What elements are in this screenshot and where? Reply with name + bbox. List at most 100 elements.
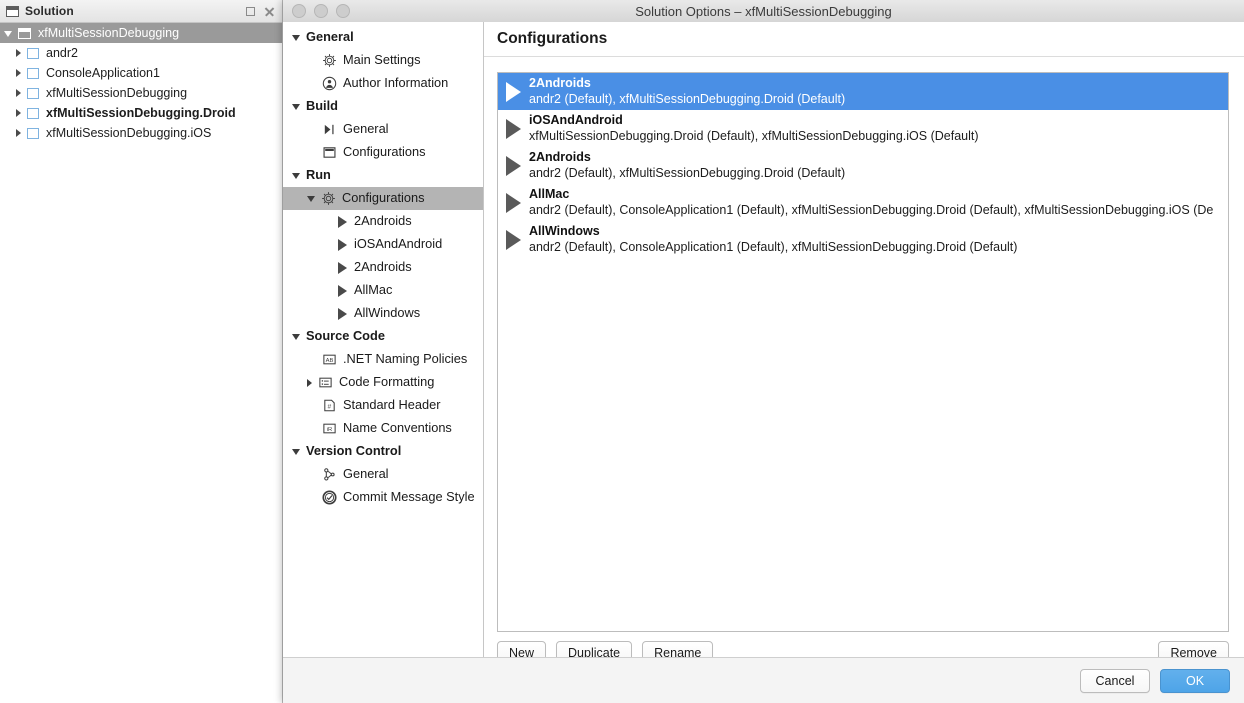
page-title: Configurations bbox=[497, 30, 607, 48]
sidebar-item-net-naming-policies[interactable]: AB.NET Naming Policies bbox=[283, 348, 483, 371]
configuration-row[interactable]: 2Androidsandr2 (Default), xfMultiSession… bbox=[498, 147, 1228, 184]
sidebar-item-build[interactable]: Build bbox=[283, 95, 483, 118]
chevron-down-icon[interactable] bbox=[292, 35, 300, 41]
chevron-down-icon[interactable] bbox=[292, 173, 300, 179]
configuration-name: AllMac bbox=[529, 187, 1213, 202]
dialog-main-panel: Configurations 2Androidsandr2 (Default),… bbox=[484, 22, 1244, 657]
play-triangle-icon bbox=[338, 216, 347, 228]
sidebar-item-general[interactable]: General bbox=[283, 463, 483, 486]
configuration-description: xfMultiSessionDebugging.Droid (Default),… bbox=[529, 128, 979, 144]
sidebar-item-2androids[interactable]: 2Androids bbox=[283, 256, 483, 279]
solution-pad: Solution xfMultiSessionDebuggingandr2Con… bbox=[0, 0, 283, 703]
sidebar-item-label: Source Code bbox=[306, 330, 385, 343]
gear-icon bbox=[321, 191, 336, 206]
sidebar-item-commit-message-style[interactable]: Commit Message Style bbox=[283, 486, 483, 509]
chevron-right-icon[interactable] bbox=[307, 379, 312, 387]
sidebar-item-2androids[interactable]: 2Androids bbox=[283, 210, 483, 233]
sidebar-item-version-control[interactable]: Version Control bbox=[283, 440, 483, 463]
configuration-row[interactable]: AllWindowsandr2 (Default), ConsoleApplic… bbox=[498, 221, 1228, 258]
close-window-button[interactable] bbox=[292, 4, 306, 18]
play-triangle-icon bbox=[338, 239, 347, 251]
configuration-text: 2Androidsandr2 (Default), xfMultiSession… bbox=[529, 150, 845, 181]
solution-root-row[interactable]: xfMultiSessionDebugging bbox=[0, 23, 282, 43]
zoom-window-button[interactable] bbox=[336, 4, 350, 18]
chevron-right-icon[interactable] bbox=[16, 109, 21, 117]
minimize-window-button[interactable] bbox=[314, 4, 328, 18]
dialog-titlebar[interactable]: Solution Options – xfMultiSessionDebuggi… bbox=[283, 0, 1244, 23]
sidebar-item-standard-header[interactable]: #Standard Header bbox=[283, 394, 483, 417]
tree-item-label: xfMultiSessionDebugging bbox=[46, 86, 187, 100]
chevron-right-icon[interactable] bbox=[16, 69, 21, 77]
square-icon[interactable] bbox=[246, 7, 255, 16]
chevron-right-icon[interactable] bbox=[16, 129, 21, 137]
configuration-description: andr2 (Default), ConsoleApplication1 (De… bbox=[529, 239, 1017, 255]
configuration-name: iOSAndAndroid bbox=[529, 113, 979, 128]
play-triangle-icon bbox=[338, 285, 347, 297]
sidebar-item-allwindows[interactable]: AllWindows bbox=[283, 302, 483, 325]
chevron-down-icon[interactable] bbox=[292, 334, 300, 340]
play-triangle-icon[interactable] bbox=[506, 156, 521, 176]
solution-icon bbox=[18, 28, 31, 39]
person-circle-icon bbox=[322, 76, 337, 91]
configuration-text: AllWindowsandr2 (Default), ConsoleApplic… bbox=[529, 224, 1017, 255]
play-triangle-icon[interactable] bbox=[506, 119, 521, 139]
svg-text:AB: AB bbox=[326, 358, 334, 364]
project-row[interactable]: xfMultiSessionDebugging.iOS bbox=[0, 123, 282, 143]
cancel-button[interactable]: Cancel bbox=[1080, 669, 1150, 693]
configuration-name: 2Androids bbox=[529, 76, 845, 91]
sidebar-item-label: AllWindows bbox=[354, 307, 420, 320]
sidebar-item-general[interactable]: General bbox=[283, 118, 483, 141]
sidebar-item-run[interactable]: Run bbox=[283, 164, 483, 187]
close-icon[interactable] bbox=[264, 6, 275, 17]
sidebar-item-source-code[interactable]: Source Code bbox=[283, 325, 483, 348]
sidebar-item-label: Build bbox=[306, 100, 338, 113]
sidebar-item-configurations[interactable]: Configurations bbox=[283, 141, 483, 164]
branch-icon bbox=[322, 467, 337, 482]
tree-item-label: xfMultiSessionDebugging bbox=[38, 26, 179, 40]
chevron-down-icon[interactable] bbox=[292, 104, 300, 110]
gear-icon bbox=[322, 53, 337, 68]
configuration-row[interactable]: 2Androidsandr2 (Default), xfMultiSession… bbox=[498, 73, 1228, 110]
sidebar-item-author-information[interactable]: Author Information bbox=[283, 72, 483, 95]
configuration-text: iOSAndAndroidxfMultiSessionDebugging.Dro… bbox=[529, 113, 979, 144]
sidebar-item-name-conventions[interactable]: iRName Conventions bbox=[283, 417, 483, 440]
solution-options-dialog: Solution Options – xfMultiSessionDebuggi… bbox=[283, 0, 1244, 703]
chevron-down-icon[interactable] bbox=[292, 449, 300, 455]
configuration-text: AllMacandr2 (Default), ConsoleApplicatio… bbox=[529, 187, 1213, 218]
tree-item-label: andr2 bbox=[46, 46, 78, 60]
configuration-row[interactable]: AllMacandr2 (Default), ConsoleApplicatio… bbox=[498, 184, 1228, 221]
sidebar-item-configurations[interactable]: Configurations bbox=[283, 187, 483, 210]
sidebar-item-label: Name Conventions bbox=[343, 422, 452, 435]
project-row[interactable]: xfMultiSessionDebugging bbox=[0, 83, 282, 103]
sidebar-item-main-settings[interactable]: Main Settings bbox=[283, 49, 483, 72]
chevron-down-icon[interactable] bbox=[307, 196, 315, 202]
configuration-name: 2Androids bbox=[529, 150, 845, 165]
play-triangle-icon[interactable] bbox=[506, 230, 521, 250]
project-row[interactable]: xfMultiSessionDebugging.Droid bbox=[0, 103, 282, 123]
sidebar-item-general[interactable]: General bbox=[283, 26, 483, 49]
configuration-row[interactable]: iOSAndAndroidxfMultiSessionDebugging.Dro… bbox=[498, 110, 1228, 147]
dialog-sidebar: GeneralMain SettingsAuthor InformationBu… bbox=[283, 22, 484, 657]
configuration-description: andr2 (Default), xfMultiSessionDebugging… bbox=[529, 91, 845, 107]
play-triangle-icon[interactable] bbox=[506, 82, 521, 102]
dialog-body: GeneralMain SettingsAuthor InformationBu… bbox=[283, 22, 1244, 657]
project-icon bbox=[27, 108, 39, 119]
sidebar-item-allmac[interactable]: AllMac bbox=[283, 279, 483, 302]
chevron-down-icon[interactable] bbox=[4, 31, 12, 37]
sidebar-item-label: Author Information bbox=[343, 77, 448, 90]
chevron-right-icon[interactable] bbox=[16, 89, 21, 97]
svg-text:#: # bbox=[327, 403, 331, 410]
sidebar-item-label: General bbox=[343, 468, 389, 481]
configurations-list[interactable]: 2Androidsandr2 (Default), xfMultiSession… bbox=[497, 72, 1229, 632]
chevron-right-icon[interactable] bbox=[16, 49, 21, 57]
play-triangle-icon[interactable] bbox=[506, 193, 521, 213]
play-triangle-icon bbox=[338, 308, 347, 320]
sidebar-item-label: iOSAndAndroid bbox=[354, 238, 442, 251]
sidebar-item-iosandandroid[interactable]: iOSAndAndroid bbox=[283, 233, 483, 256]
ok-button[interactable]: OK bbox=[1160, 669, 1230, 693]
sidebar-item-code-formatting[interactable]: Code Formatting bbox=[283, 371, 483, 394]
project-row[interactable]: ConsoleApplication1 bbox=[0, 63, 282, 83]
project-row[interactable]: andr2 bbox=[0, 43, 282, 63]
tree-item-label: xfMultiSessionDebugging.iOS bbox=[46, 126, 211, 140]
screen: Solution xfMultiSessionDebuggingandr2Con… bbox=[0, 0, 1244, 703]
